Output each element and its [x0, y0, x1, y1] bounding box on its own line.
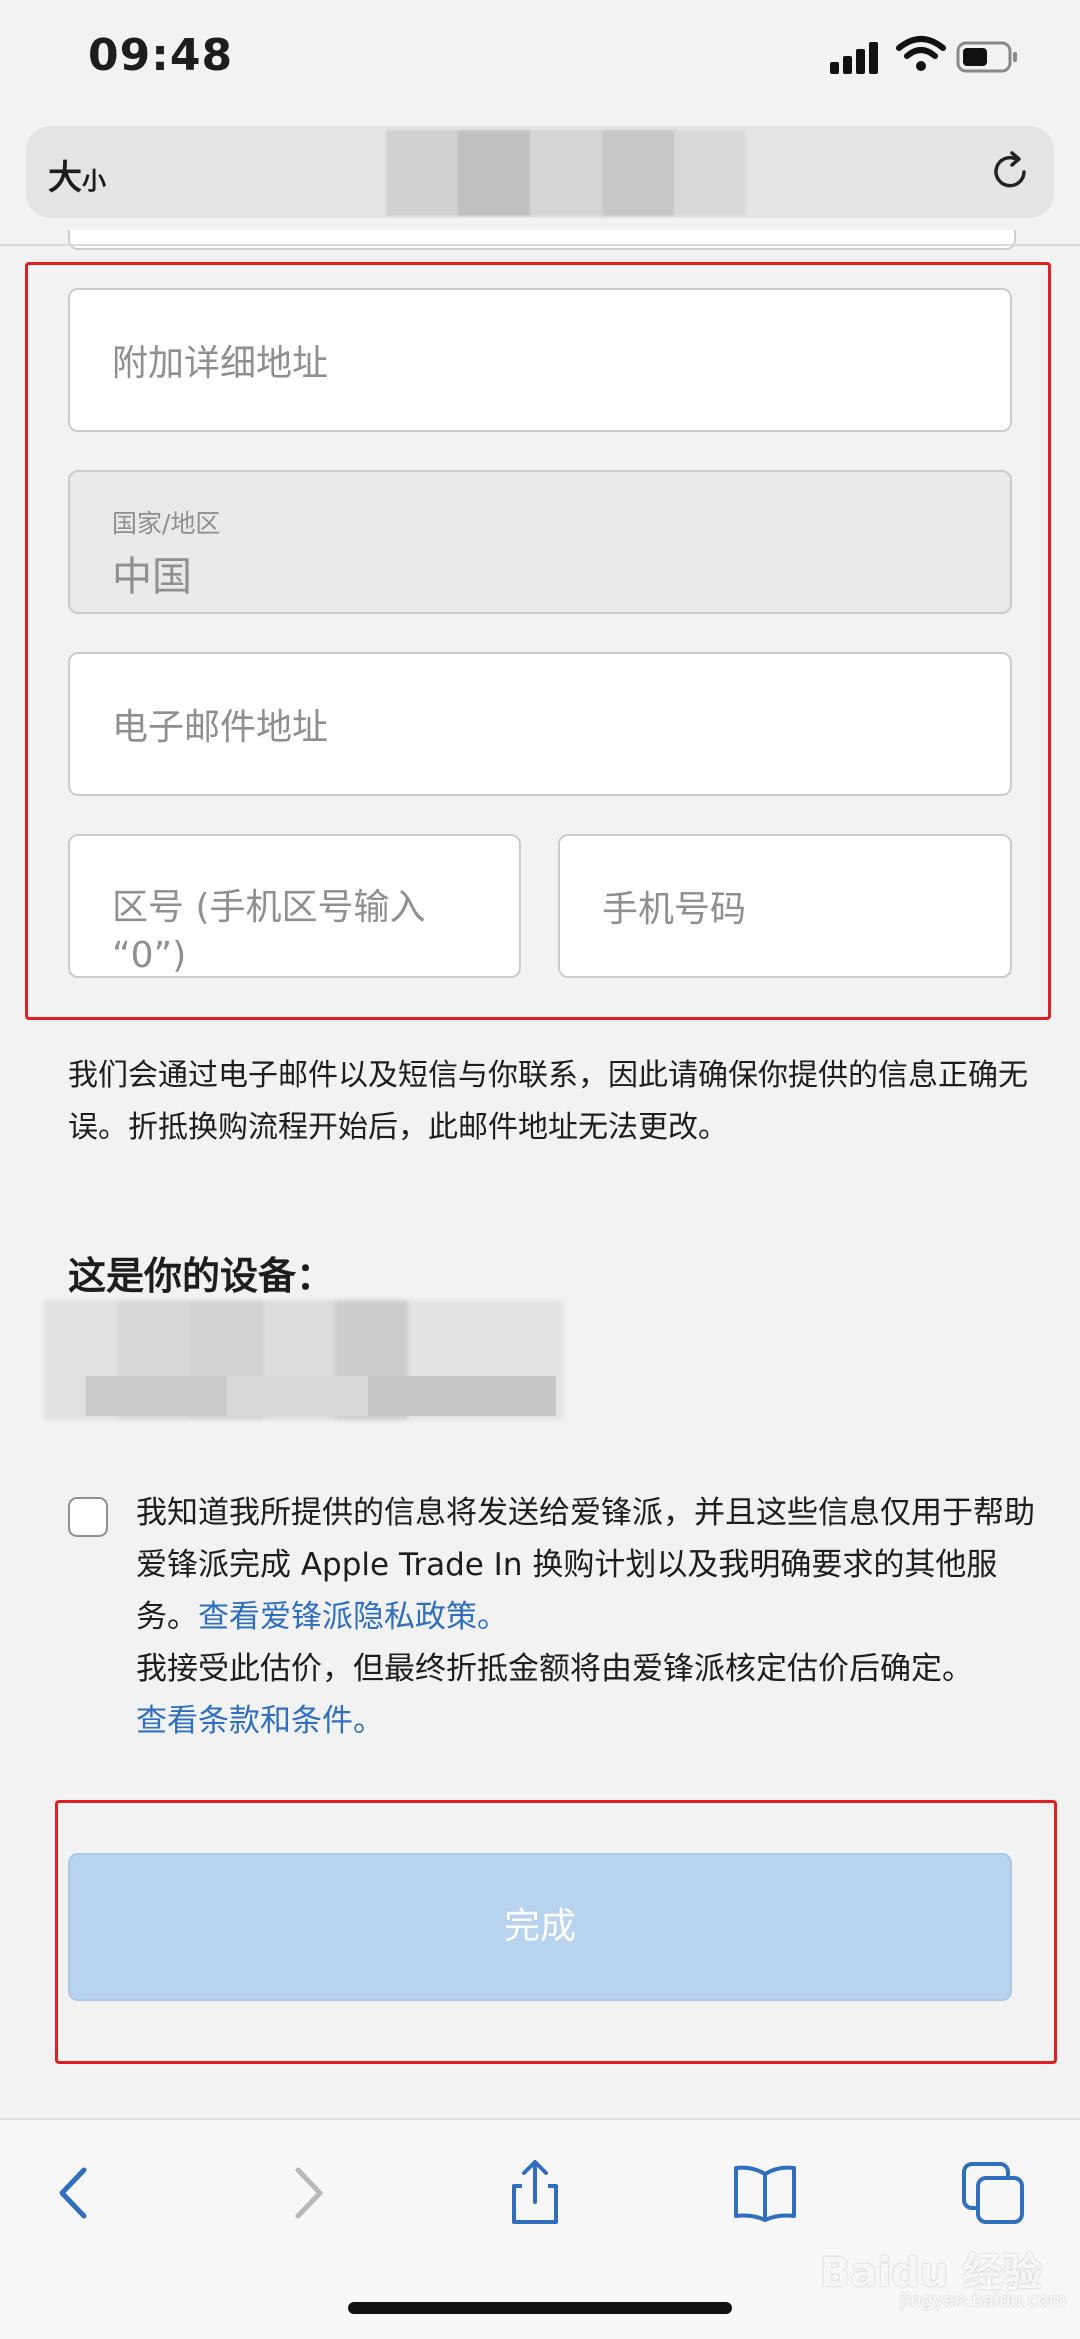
blurred-device-detail — [86, 1376, 556, 1416]
address-extra-placeholder: 附加详细地址 — [112, 343, 329, 384]
cellular-signal-icon — [830, 42, 880, 74]
bookmarks-icon[interactable] — [730, 2158, 800, 2228]
address-bar[interactable]: 大小 — [26, 126, 1054, 218]
home-indicator[interactable] — [348, 2302, 732, 2314]
terms-link[interactable]: 查看条款和条件。 — [136, 1703, 384, 1739]
area-code-placeholder: 区号 (手机区号输入 “0”) — [112, 887, 426, 976]
phone-field[interactable]: 手机号码 — [558, 834, 1012, 978]
country-field: 国家/地区 中国 — [68, 470, 1012, 614]
divider — [0, 244, 1080, 246]
consent-text: 我知道我所提供的信息将发送给爱锋派，并且这些信息仅用于帮助爱锋派完成 Apple… — [136, 1495, 1035, 1739]
email-placeholder: 电子邮件地址 — [112, 707, 329, 748]
country-label: 国家/地区 — [112, 509, 221, 538]
battery-icon — [956, 41, 1017, 73]
forward-icon[interactable] — [272, 2158, 342, 2228]
share-icon[interactable] — [500, 2158, 570, 2228]
wifi-icon — [896, 36, 946, 71]
area-code-field[interactable]: 区号 (手机区号输入 “0”) — [68, 834, 521, 978]
email-field[interactable]: 电子邮件地址 — [68, 652, 1012, 796]
previous-field-edge — [68, 230, 1016, 250]
blurred-url — [386, 130, 746, 216]
device-heading: 这是你的设备： — [68, 1254, 335, 1298]
country-value: 中国 — [112, 554, 192, 600]
privacy-policy-link[interactable]: 查看爱锋派隐私政策。 — [198, 1599, 508, 1635]
status-bar: 09:48 — [0, 0, 1080, 120]
reload-icon[interactable] — [988, 150, 1032, 194]
address-extra-field[interactable]: 附加详细地址 — [68, 288, 1012, 432]
contact-notice: 我们会通过电子邮件以及短信与你联系，因此请确保你提供的信息正确无误。折抵换购流程… — [68, 1058, 1028, 1145]
baidu-watermark-url: jingyan.baidu.com — [900, 2290, 1067, 2311]
phone-placeholder: 手机号码 — [602, 889, 747, 930]
tabs-icon[interactable] — [958, 2158, 1028, 2228]
consent-checkbox[interactable] — [68, 1497, 108, 1537]
done-button[interactable]: 完成 — [68, 1853, 1012, 2001]
status-time: 09:48 — [88, 30, 234, 81]
back-icon[interactable] — [40, 2158, 110, 2228]
text-size-button[interactable]: 大小 — [48, 150, 106, 199]
